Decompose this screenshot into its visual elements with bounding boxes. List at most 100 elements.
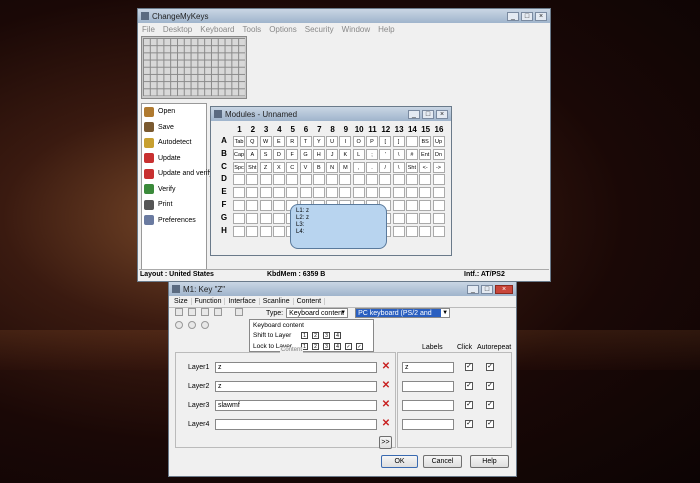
layer-number-box[interactable]: 2 (312, 332, 319, 340)
key-cell[interactable] (246, 187, 259, 199)
key-cell[interactable] (392, 225, 405, 237)
key-cell[interactable] (432, 200, 445, 211)
menu-desktop[interactable]: Desktop (163, 25, 192, 34)
key-cell[interactable]: J (326, 148, 339, 160)
maximize-button[interactable]: □ (521, 11, 533, 21)
dialog-maximize-button[interactable]: □ (481, 284, 493, 294)
key-cell[interactable]: BS (419, 136, 432, 147)
key-cell[interactable] (419, 174, 432, 186)
key-cell[interactable]: Caps (233, 148, 245, 160)
key-cell[interactable]: [ (379, 136, 392, 147)
layer-label-input[interactable] (402, 419, 454, 430)
type-menu-item[interactable]: Shift to Layer 1 2 3 4 (250, 331, 373, 342)
key-cell[interactable] (312, 174, 325, 186)
modules-minimize-button[interactable]: _ (408, 109, 420, 119)
key-cell[interactable] (405, 187, 418, 199)
key-cell[interactable] (286, 174, 299, 186)
tab-interface[interactable]: Interface (225, 298, 260, 305)
delete-icon[interactable]: ✕ (381, 400, 391, 410)
key-cell[interactable]: I (339, 136, 352, 147)
toolbar-grid-icon[interactable] (214, 308, 222, 316)
key-cell[interactable] (299, 187, 312, 199)
toolbar-grid-icon[interactable] (201, 308, 209, 316)
layer-content-input[interactable]: slawmf (215, 400, 377, 411)
key-cell[interactable]: -> (432, 161, 445, 173)
key-cell[interactable]: M (339, 161, 352, 173)
key-cell[interactable] (272, 187, 285, 199)
toolbar-keyboard-icon[interactable] (235, 308, 243, 316)
key-cell[interactable]: . (366, 161, 378, 173)
key-cell[interactable]: P (366, 136, 378, 147)
layer-content-input[interactable]: z (215, 362, 377, 373)
command-open[interactable]: Open (142, 104, 206, 120)
key-cell[interactable] (286, 187, 299, 199)
menu-security[interactable]: Security (305, 25, 334, 34)
minimize-button[interactable]: _ (507, 11, 519, 21)
key-cell[interactable]: A (246, 148, 259, 160)
command-print[interactable]: Print (142, 197, 206, 213)
key-cell[interactable] (419, 225, 432, 237)
layer-number-box[interactable]: ✓ (356, 342, 363, 350)
key-cell[interactable] (419, 200, 432, 211)
key-cell[interactable] (259, 174, 272, 186)
key-cell[interactable]: Q (246, 136, 259, 147)
autorepeat-checkbox[interactable]: ✓ (486, 401, 494, 409)
key-cell[interactable]: Y (312, 136, 325, 147)
command-update-and-verify[interactable]: Update and verify (142, 166, 213, 182)
key-cell[interactable] (352, 187, 365, 199)
modules-maximize-button[interactable]: □ (422, 109, 434, 119)
layer-label-input[interactable] (402, 400, 454, 411)
key-cell[interactable] (272, 174, 285, 186)
layer-number-box[interactable]: ✓ (345, 342, 352, 350)
menu-options[interactable]: Options (269, 25, 297, 34)
layer-label-input[interactable]: z (402, 362, 454, 373)
key-cell[interactable] (405, 200, 418, 211)
help-button[interactable]: Help (470, 455, 509, 468)
click-checkbox[interactable]: ✓ (465, 401, 473, 409)
key-cell[interactable] (419, 187, 432, 199)
key-cell[interactable] (392, 212, 405, 224)
key-cell[interactable]: Sht (246, 161, 259, 173)
keyboard-thumbnail[interactable] (141, 36, 247, 99)
key-cell[interactable] (339, 187, 352, 199)
key-cell[interactable] (379, 187, 392, 199)
click-checkbox[interactable]: ✓ (465, 382, 473, 390)
key-cell[interactable] (259, 187, 272, 199)
command-verify[interactable]: Verify (142, 182, 206, 198)
key-cell[interactable] (272, 212, 285, 224)
key-cell[interactable]: N (326, 161, 339, 173)
layer-number-box[interactable]: 4 (334, 342, 341, 350)
key-cell[interactable] (432, 174, 445, 186)
delete-icon[interactable]: ✕ (381, 419, 391, 429)
type-select[interactable]: Keyboard content ▼ (286, 308, 349, 318)
key-cell[interactable] (272, 225, 285, 237)
key-cell[interactable]: , (352, 161, 365, 173)
key-cell[interactable] (272, 200, 285, 211)
key-cell[interactable] (405, 212, 418, 224)
tab-function[interactable]: Function (192, 298, 226, 305)
key-cell[interactable] (405, 136, 418, 147)
command-save[interactable]: Save (142, 120, 206, 136)
key-cell[interactable]: O (352, 136, 365, 147)
layer-content-input[interactable] (215, 419, 377, 430)
key-cell[interactable] (312, 187, 325, 199)
more-button[interactable]: >> (379, 436, 392, 449)
key-cell[interactable] (326, 174, 339, 186)
key-cell[interactable] (233, 174, 245, 186)
click-checkbox[interactable]: ✓ (465, 363, 473, 371)
delete-icon[interactable]: ✕ (381, 381, 391, 391)
close-button[interactable]: × (535, 11, 547, 21)
key-cell[interactable]: Spc (233, 161, 245, 173)
dialog-minimize-button[interactable]: _ (467, 284, 479, 294)
key-cell[interactable] (419, 212, 432, 224)
key-cell[interactable] (352, 174, 365, 186)
menu-file[interactable]: File (142, 25, 155, 34)
key-cell[interactable]: Sht (405, 161, 418, 173)
toolbar-grid-icon[interactable] (188, 308, 196, 316)
keyboard-type-select[interactable]: PC keyboard (PS/2 and USB) ▼ (355, 308, 451, 326)
key-cell[interactable]: S (259, 148, 272, 160)
key-cell[interactable]: L (352, 148, 365, 160)
toolbar-record-icon[interactable] (201, 321, 209, 329)
click-checkbox[interactable]: ✓ (465, 420, 473, 428)
key-cell[interactable] (299, 174, 312, 186)
